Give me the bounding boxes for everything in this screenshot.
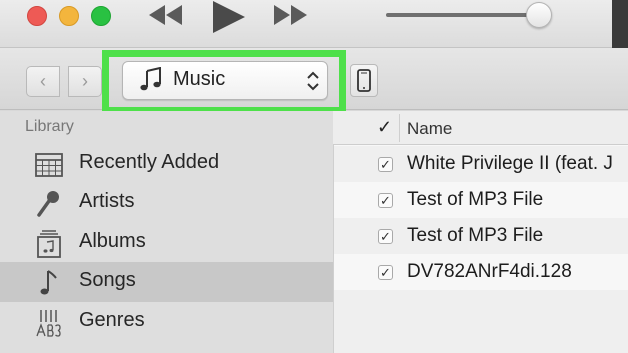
device-button[interactable] (350, 64, 378, 97)
sidebar-item-label: Albums (79, 230, 146, 252)
song-title: Test of MP3 File (407, 189, 544, 210)
sidebar-item-albums[interactable]: Albums (0, 223, 333, 263)
song-checkbox[interactable]: ✓ (378, 193, 393, 208)
sidebar-section-library: Library (25, 118, 74, 135)
song-title: White Privilege II (feat. J (407, 153, 613, 174)
calendar-grid-icon (35, 153, 63, 177)
song-row[interactable]: ✓ White Privilege II (feat. J (334, 146, 628, 182)
back-button[interactable]: ‹ (26, 66, 60, 97)
sidebar-item-songs[interactable]: Songs (0, 262, 333, 302)
microphone-icon (37, 191, 59, 217)
volume-slider-knob[interactable] (526, 2, 552, 28)
volume-slider-track[interactable] (386, 13, 542, 17)
iphone-icon (357, 69, 371, 92)
sidebar-item-genres[interactable]: Genres (0, 302, 333, 342)
check-column-header[interactable]: ✓ (377, 117, 392, 138)
album-stack-icon (37, 230, 61, 258)
sidebar-item-artists[interactable]: Artists (0, 183, 333, 223)
music-note-icon (140, 67, 161, 91)
sidebar-item-label: Genres (79, 309, 145, 331)
empty-row (334, 290, 628, 353)
song-checkbox[interactable]: ✓ (378, 229, 393, 244)
song-title: Test of MP3 File (407, 225, 544, 246)
song-row[interactable]: ✓ Test of MP3 File (334, 182, 628, 218)
media-source-selector[interactable]: Music (122, 61, 328, 100)
genres-icon (36, 310, 61, 337)
music-note-icon (40, 270, 57, 295)
itunes-window: ‹ › Music Library Recently Added Artists… (0, 0, 628, 353)
play-icon[interactable] (209, 0, 247, 34)
name-column-header[interactable]: Name (407, 119, 452, 139)
rewind-icon[interactable] (146, 0, 186, 30)
song-row[interactable]: ✓ DV782ANrF4di.128 (334, 254, 628, 290)
song-title: DV782ANrF4di.128 (407, 261, 572, 282)
sidebar-item-label: Recently Added (79, 151, 220, 173)
sidebar-item-recently-added[interactable]: Recently Added (0, 144, 333, 184)
media-source-label: Music (173, 68, 226, 90)
column-divider (399, 114, 400, 142)
sidebar-item-label: Artists (79, 190, 135, 212)
song-row[interactable]: ✓ Test of MP3 File (334, 218, 628, 254)
song-checkbox[interactable]: ✓ (378, 265, 393, 280)
close-window-button[interactable] (27, 6, 47, 26)
forward-button[interactable]: › (68, 66, 102, 97)
chevron-up-down-icon (307, 71, 319, 91)
sidebar-item-label: Songs (79, 269, 136, 291)
fast-forward-icon[interactable] (270, 0, 310, 30)
zoom-window-button[interactable] (91, 6, 111, 26)
minimize-window-button[interactable] (59, 6, 79, 26)
song-checkbox[interactable]: ✓ (378, 157, 393, 172)
